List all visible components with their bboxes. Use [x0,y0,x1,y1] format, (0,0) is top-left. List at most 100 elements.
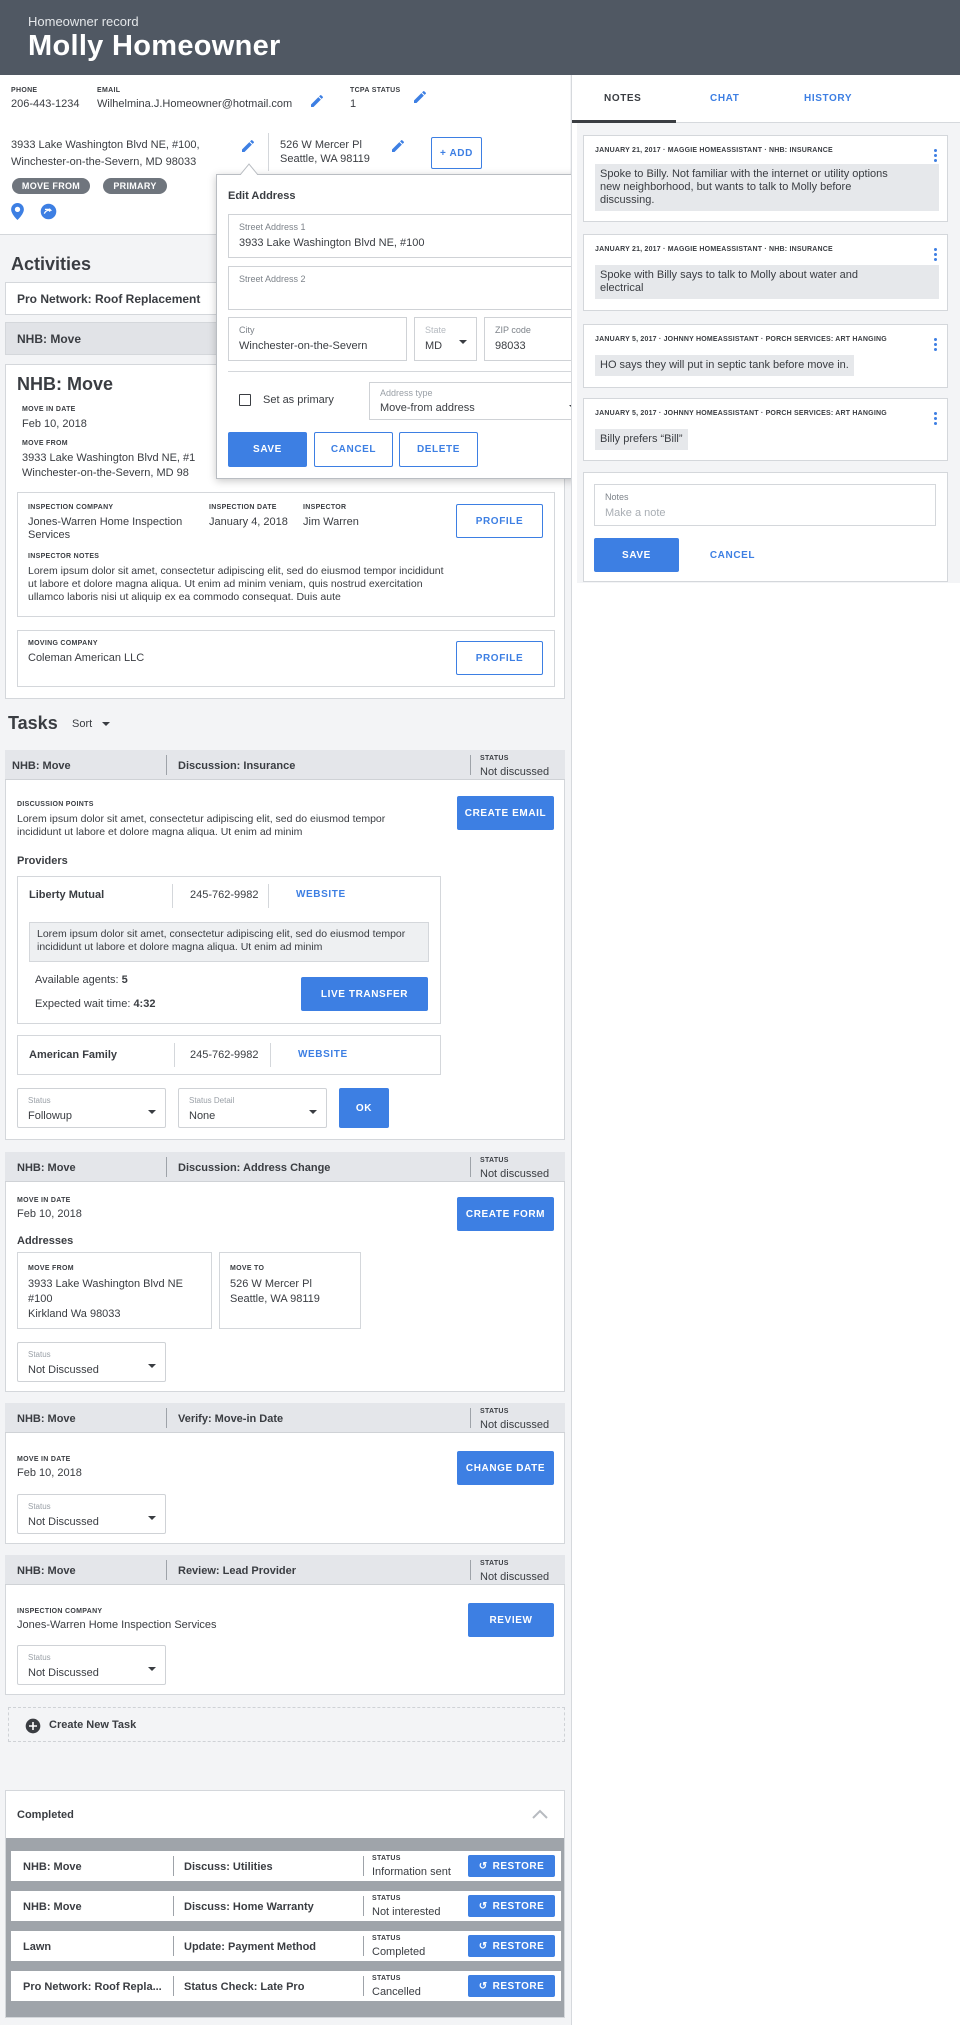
moving-company-profile-button[interactable]: PROFILE [456,641,543,675]
task-name: Discussion: Insurance [178,760,296,772]
homeowner-name: Molly Homeowner [28,30,281,62]
status-select[interactable]: Status Followup [17,1088,166,1128]
completed-status-label: STATUS [372,1975,401,1982]
task-header-divider [470,1408,471,1428]
restore-button[interactable]: ↺ RESTORE [468,1975,555,1997]
email-value: Wilhelmina.J.Homeowner@hotmail.com [97,98,293,110]
create-email-button[interactable]: CREATE EMAIL [457,796,554,830]
task-category: NHB: Move [17,1413,76,1425]
status-detail-select[interactable]: Status Detail None [178,1088,327,1128]
note-topic: NHB: INSURANCE [769,246,833,253]
note-cancel-button[interactable]: CANCEL [690,538,775,572]
task-header-divider [166,1157,167,1177]
completed-task-name: Update: Payment Method [184,1941,317,1953]
provider-name: Liberty Mutual [29,889,105,901]
provider-website-link[interactable]: WEBSITE [296,889,346,900]
activity-move-in-value: Feb 10, 2018 [22,418,87,430]
add-address-button[interactable]: + ADD [431,137,482,169]
status-select[interactable]: Status Not Discussed [17,1342,166,1382]
task-status-label: STATUS [480,1408,509,1415]
map-pin-icon[interactable] [11,203,24,220]
note-date: JANUARY 5, 2017 [595,336,657,343]
note-body: Spoke to Billy. Not familiar with the in… [595,164,939,211]
live-transfer-button[interactable]: LIVE TRANSFER [301,977,428,1011]
popover-divider [228,371,588,372]
restore-button[interactable]: ↺ RESTORE [468,1855,555,1877]
create-form-button[interactable]: CREATE FORM [457,1197,554,1231]
street-address-1-label: Street Address 1 [239,222,306,232]
tab-notes[interactable]: NOTES [572,75,676,123]
provider-divider [270,1043,271,1067]
row-divider [173,1936,174,1956]
task-move-from-card: MOVE FROM 3933 Lake Washington Blvd NE #… [17,1252,212,1329]
completed-status-value: Completed [372,1946,426,1958]
activity-item-move-label: NHB: Move [17,332,82,346]
restore-button[interactable]: ↺ RESTORE [468,1935,555,1957]
city-field[interactable]: City Winchester-on-the-Severn [228,317,407,361]
tcpa-value: 1 [350,98,357,110]
row-divider [173,1976,174,1996]
more-vert-icon[interactable] [934,412,937,427]
address-delete-button[interactable]: DELETE [399,432,478,467]
review-button[interactable]: REVIEW [468,1603,554,1637]
provider-description: Lorem ipsum dolor sit amet, consectetur … [29,922,429,962]
tab-notes-label: NOTES [604,93,642,104]
more-vert-icon[interactable] [934,248,937,263]
note-topic: PORCH SERVICES: ART HANGING [765,410,887,417]
provider-divider [172,884,173,908]
change-date-button[interactable]: CHANGE DATE [457,1451,554,1485]
status-detail-value: None [189,1110,216,1122]
address-cancel-button[interactable]: CANCEL [314,432,393,467]
state-select[interactable]: State MD [414,317,477,361]
edit-email-pencil-icon[interactable] [309,93,325,109]
provider-website-link[interactable]: WEBSITE [298,1049,348,1060]
activity-move-from-line2: Winchester-on-the-Severn, MD 98 [22,467,189,479]
directions-icon[interactable] [40,203,57,220]
street-address-1-field[interactable]: Street Address 1 3933 Lake Washington Bl… [228,214,588,258]
completed-status-value: Information sent [372,1866,451,1878]
restore-button[interactable]: ↺ RESTORE [468,1895,555,1917]
row-divider [363,1936,364,1956]
row-divider [363,1896,364,1916]
set-primary-checkbox[interactable] [239,394,251,406]
edit-move-from-pencil-icon[interactable] [240,138,256,154]
status-select[interactable]: Status Not Discussed [17,1645,166,1685]
state-value: MD [425,340,443,352]
task-move-to-line2: Seattle, WA 98119 [230,1293,320,1305]
completed-status-label: STATUS [372,1855,401,1862]
activity-detail-title: NHB: Move [17,374,114,394]
address-divider [268,133,269,171]
move-from-address-line1: 3933 Lake Washington Blvd NE, #100, [11,139,200,151]
note-line: Billy prefers “Bill” [600,433,683,445]
status-select[interactable]: Status Not Discussed [17,1494,166,1534]
restore-icon: ↺ [478,1900,488,1912]
create-new-task-row[interactable]: Create New Task [8,1707,565,1742]
note-author: MAGGIE HOMEASSISTANT [667,246,763,253]
completed-category: Lawn [23,1941,52,1953]
note-line: new neighborhood, but wants to talk to M… [600,181,852,193]
tab-chat-label: CHAT [710,93,740,104]
note-item: JANUARY 21, 2017 · MAGGIE HOMEASSISTANT … [583,135,948,222]
sort-dropdown[interactable]: Sort [72,718,111,730]
moving-company-label: MOVING COMPANY [28,640,98,647]
more-vert-icon[interactable] [934,338,937,353]
ok-button[interactable]: OK [339,1088,389,1128]
inspector-profile-button[interactable]: PROFILE [456,504,543,538]
providers-label: Providers [17,855,68,867]
status-select-value: Not Discussed [28,1364,99,1376]
note-input[interactable]: Notes Make a note [594,484,936,526]
edit-tcpa-pencil-icon[interactable] [412,89,428,105]
more-vert-icon[interactable] [934,149,937,164]
chevron-up-icon[interactable] [532,1808,548,1820]
tasks-heading: Tasks [8,713,58,733]
tab-history[interactable]: HISTORY [786,75,876,123]
street-address-1-value: 3933 Lake Washington Blvd NE, #100 [239,237,425,249]
address-type-select[interactable]: Address type Move-from address [369,382,588,420]
tab-chat[interactable]: CHAT [686,75,766,123]
address-save-button[interactable]: SAVE [228,432,307,467]
edit-move-to-pencil-icon[interactable] [390,138,406,154]
expected-wait-label: Expected wait time: [35,998,131,1010]
note-save-button[interactable]: SAVE [594,538,679,572]
sort-caret-icon [102,722,111,727]
street-address-2-field[interactable]: Street Address 2 [228,266,588,310]
